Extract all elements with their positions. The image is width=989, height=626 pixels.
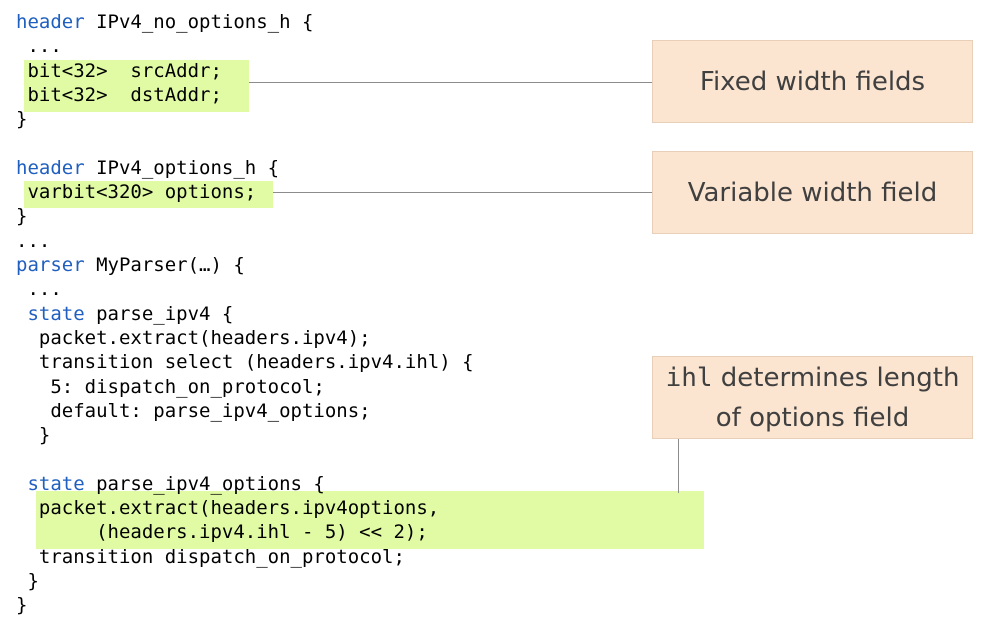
code-text: } <box>16 205 28 228</box>
callout-ihl-line1: ihl determines length <box>666 358 960 398</box>
connector-fixed <box>249 82 652 83</box>
code-keyword: header <box>16 156 85 179</box>
callout-ihl-rest: determines length <box>712 362 960 393</box>
code-text: bit<32> srcAddr; <box>16 59 222 82</box>
callout-variable-width-text: Variable width field <box>687 177 938 208</box>
code-line: transition dispatch_on_protocol; <box>16 545 405 569</box>
code-text: IPv4_no_options_h { <box>84 11 314 33</box>
code-text: packet.extract(headers.ipv4options, <box>16 497 440 519</box>
code-line: packet.extract(headers.ipv4options, <box>16 496 439 520</box>
code-text: transition select (headers.ipv4.ihl) { <box>16 351 474 374</box>
code-text: transition dispatch_on_protocol; <box>16 545 405 568</box>
callout-variable-width: Variable width field <box>652 151 973 234</box>
code-text: } <box>16 594 28 617</box>
code-line: (headers.ipv4.ihl - 5) << 2); <box>16 520 428 544</box>
code-line: varbit<320> options; <box>16 180 256 204</box>
code-line: } <box>16 569 39 593</box>
code-line: header IPv4_options_h { <box>16 156 279 180</box>
code-keyword: header <box>16 11 85 33</box>
connector-ihl <box>678 438 679 493</box>
callout-ihl-line2: of options field <box>715 402 910 433</box>
code-text: parse_ipv4_options { <box>84 472 325 495</box>
code-line: parser MyParser(…) { <box>16 253 245 277</box>
code-text: bit<32> dstAddr; <box>16 83 222 106</box>
code-keyword: state <box>27 302 85 325</box>
code-line: bit<32> srcAddr; <box>16 59 222 83</box>
code-text: parse_ipv4 { <box>84 302 234 325</box>
callout-fixed-width-text: Fixed width fields <box>699 66 926 97</box>
code-text: (headers.ipv4.ihl - 5) << 2); <box>16 521 428 544</box>
code-text: 5: dispatch_on_protocol; <box>16 375 325 398</box>
code-line: ... <box>16 277 62 301</box>
code-keyword: parser <box>16 254 85 276</box>
code-line: bit<32> dstAddr; <box>16 83 222 107</box>
connector-variable <box>273 192 652 193</box>
code-text: ... <box>16 229 51 252</box>
code-line: } <box>16 423 50 447</box>
code-text: } <box>16 424 51 447</box>
code-text: default: parse_ipv4_options; <box>16 399 371 422</box>
code-line: packet.extract(headers.ipv4); <box>16 326 371 350</box>
code-text: varbit<320> options; <box>16 181 257 204</box>
callout-fixed-width: Fixed width fields <box>652 40 973 123</box>
code-line: 5: dispatch_on_protocol; <box>16 375 325 399</box>
callout-ihl: ihl determines length of options field <box>652 356 973 439</box>
code-text: MyParser(…) { <box>84 254 245 276</box>
code-line: ... <box>16 34 62 58</box>
callout-ihl-mono: ihl <box>665 362 713 393</box>
code-line: header IPv4_no_options_h { <box>16 10 313 34</box>
code-text: packet.extract(headers.ipv4); <box>16 326 371 349</box>
code-line: } <box>16 593 27 617</box>
code-keyword: state <box>27 472 85 495</box>
code-text: } <box>16 108 28 131</box>
code-line: default: parse_ipv4_options; <box>16 399 371 423</box>
code-line: ... <box>16 229 50 253</box>
code-line: state parse_ipv4_options { <box>16 472 325 496</box>
code-line: state parse_ipv4 { <box>16 302 233 326</box>
code-text: ... <box>16 278 62 301</box>
code-line: } <box>16 107 27 131</box>
code-line: } <box>16 204 27 228</box>
code-line: transition select (headers.ipv4.ihl) { <box>16 350 474 374</box>
code-text: } <box>16 569 39 592</box>
code-text: IPv4_options_h { <box>84 156 280 179</box>
code-text: ... <box>16 35 62 58</box>
